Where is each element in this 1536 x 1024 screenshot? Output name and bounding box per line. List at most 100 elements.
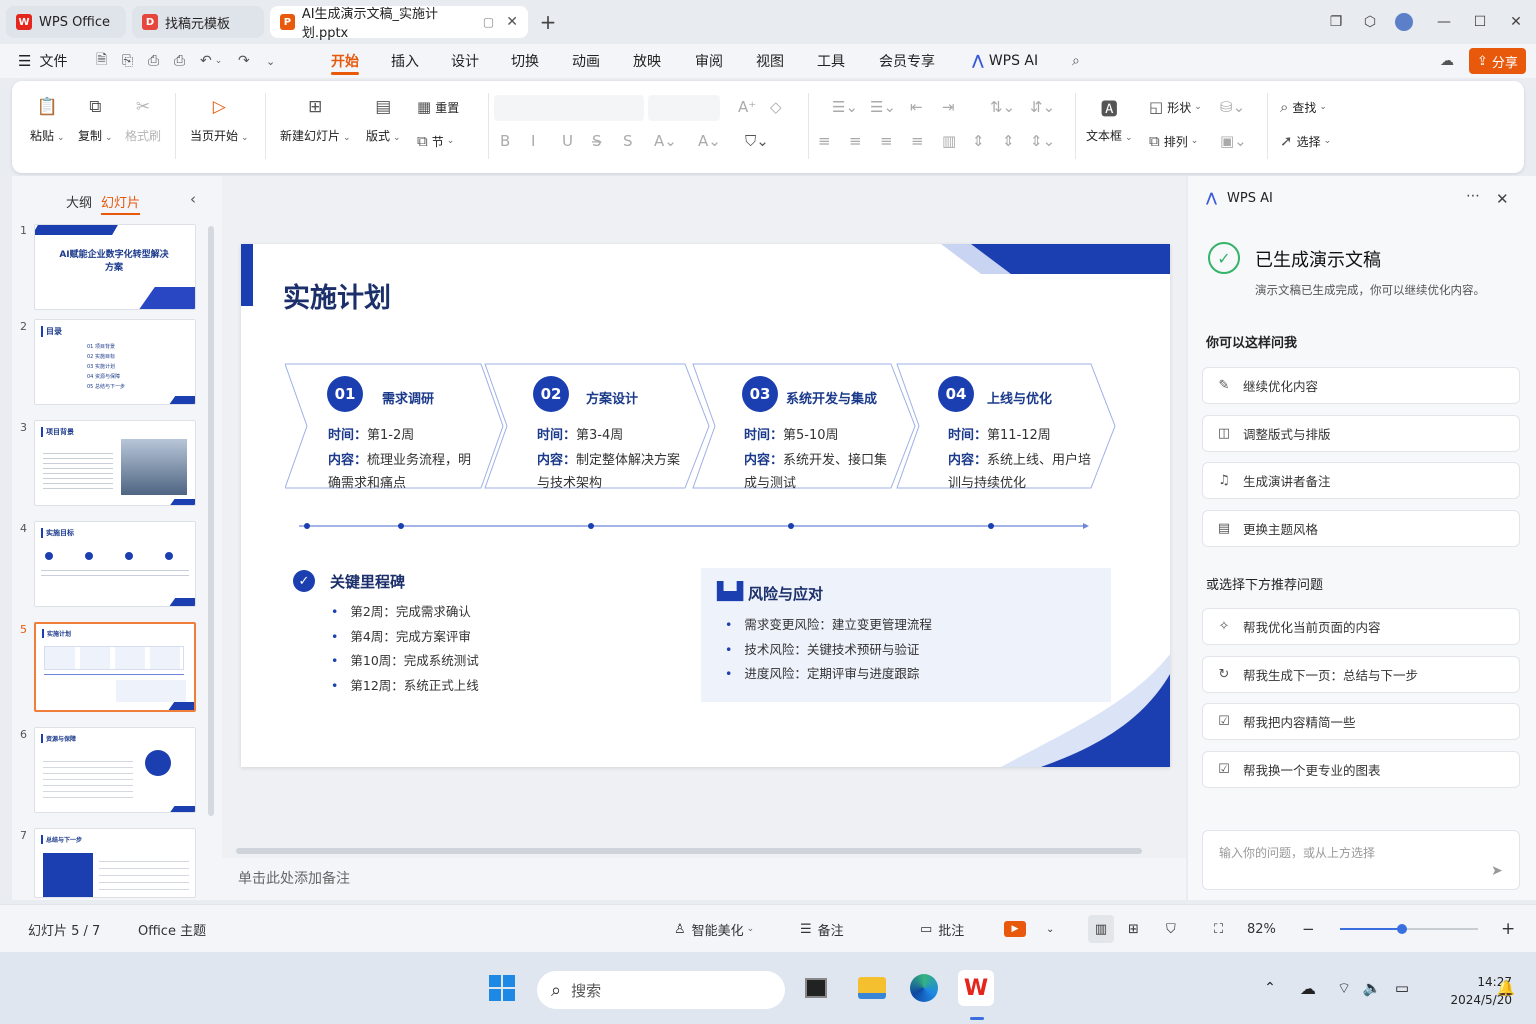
undo-icon[interactable]: ↶ ⌄ <box>200 44 222 78</box>
slide-thumbnail-5-selected[interactable]: 实施计划 <box>34 622 196 712</box>
slide-thumbnail-3[interactable]: 项目背景 <box>34 420 196 506</box>
notes-toggle-button[interactable]: ☰ 备注 <box>800 905 844 953</box>
edge-browser-icon[interactable] <box>906 970 942 1006</box>
tab-wps-office[interactable]: W WPS Office <box>6 6 126 38</box>
shadow-icon[interactable]: S <box>623 132 633 150</box>
text-direction-icon[interactable]: ⇅⌄ <box>990 98 1015 116</box>
slide-thumbnail-6[interactable]: 资源与保障 <box>34 727 196 813</box>
close-panel-icon[interactable]: ✕ <box>1496 190 1509 208</box>
italic-icon[interactable]: I <box>531 132 535 150</box>
section-button[interactable]: ⧉ 节 ⌄ <box>417 132 454 150</box>
taskbar-search[interactable]: ⌕ 搜索 <box>537 971 785 1009</box>
smart-beautify-button[interactable]: ♙ 智能美化 ⌄ <box>674 905 754 953</box>
decrease-indent-icon[interactable]: ⇤ <box>910 98 923 116</box>
tab-home[interactable]: 开始 <box>331 44 359 78</box>
collapse-panel-icon[interactable]: ‹ <box>190 190 196 208</box>
align-right-icon[interactable]: ≡ <box>880 132 893 150</box>
zoom-level[interactable]: 82% <box>1247 905 1276 953</box>
ai-question-input[interactable]: 输入你的问题，或从上方选择 ➤ <box>1202 830 1520 890</box>
suggestion-adjust-layout[interactable]: ◫ 调整版式与排版 <box>1202 415 1520 452</box>
sorter-view-icon[interactable]: ⊞ <box>1128 905 1139 953</box>
play-slideshow-button[interactable]: ▶ <box>1004 905 1026 953</box>
comments-button[interactable]: ▭ 批注 <box>920 905 964 953</box>
file-menu[interactable]: ☰ 文件 <box>18 44 67 78</box>
pin-icon[interactable]: ▢ <box>483 15 494 29</box>
tab-slides[interactable]: 幻灯片 <box>101 192 141 215</box>
recommend-optimize-page[interactable]: ✧ 帮我优化当前页面的内容 <box>1202 608 1520 645</box>
suggestion-change-theme[interactable]: ▤ 更换主题风格 <box>1202 510 1520 547</box>
window-layout-icon[interactable]: ❐ <box>1324 10 1348 34</box>
close-window-icon[interactable]: ✕ <box>1504 10 1528 34</box>
slide-thumbnail-7[interactable]: 总结与下一步 <box>34 828 196 898</box>
recommend-next-page[interactable]: ↻ 帮我生成下一页：总结与下一步 <box>1202 656 1520 693</box>
tab-outline[interactable]: 大纲 <box>66 192 92 211</box>
minimize-icon[interactable]: — <box>1432 10 1456 34</box>
reading-view-icon[interactable]: ⛉ <box>1166 905 1176 953</box>
clear-format-icon[interactable]: ◇ <box>770 98 782 116</box>
align-center-icon[interactable]: ≡ <box>849 132 862 150</box>
align-left-icon[interactable]: ≡ <box>818 132 831 150</box>
font-color-icon[interactable]: A⌄ <box>698 132 721 150</box>
recommend-simplify[interactable]: ☑ 帮我把内容精简一些 <box>1202 703 1520 740</box>
arrange-button[interactable]: ⧉ 排列 ⌄ <box>1149 132 1198 150</box>
font-size-select[interactable] <box>648 95 720 121</box>
increase-font-icon[interactable]: A⁺ <box>738 98 756 116</box>
zoom-out-icon[interactable]: − <box>1302 905 1315 953</box>
format-painter-button[interactable]: ✂ 格式刷 <box>125 95 161 144</box>
cube-icon[interactable]: ⬡ <box>1358 10 1382 34</box>
wps-ai-menu[interactable]: ⋀ WPS AI <box>972 44 1038 78</box>
textbox-button[interactable]: 🅰 文本框 ⌄ <box>1086 95 1133 144</box>
more-dropdown-icon[interactable]: ⌄ <box>266 44 275 78</box>
tab-templates[interactable]: D 找稿元模板 <box>132 6 264 38</box>
highlight-icon[interactable]: ⛉⌄ <box>745 132 769 150</box>
share-link-icon[interactable]: ⎘ <box>122 44 133 78</box>
slide-thumbnail-4[interactable]: 实施目标 <box>34 521 196 607</box>
distribute-icon[interactable]: ▥ <box>942 132 956 150</box>
cloud-icon[interactable]: ☁ <box>1440 44 1454 78</box>
task-view-icon[interactable] <box>798 970 834 1006</box>
wps-taskbar-icon[interactable]: W <box>958 970 994 1006</box>
search-icon[interactable]: ⌕ <box>1072 44 1080 78</box>
tab-presentation[interactable]: P AI生成演示文稿_实施计划.pptx ▢ ✕ <box>270 6 528 41</box>
current-slide[interactable]: 实施计划 01 需求调研 时间：第1-2周 内容：梳理业务流程，明确需求和痛点 … <box>241 244 1170 767</box>
normal-view-icon[interactable]: ▥ <box>1088 915 1114 943</box>
save-icon[interactable]: 🗎 <box>96 44 107 78</box>
print-preview-icon[interactable]: ⎙ <box>174 44 185 78</box>
numbering-icon[interactable]: ☰⌄ <box>870 98 896 116</box>
tab-design[interactable]: 设计 <box>451 44 479 78</box>
tab-membership[interactable]: 会员专享 <box>879 44 935 78</box>
suggestion-speaker-notes[interactable]: ♫ 生成演讲者备注 <box>1202 462 1520 499</box>
tab-slideshow[interactable]: 放映 <box>633 44 661 78</box>
justify-icon[interactable]: ≡ <box>911 132 924 150</box>
tab-animations[interactable]: 动画 <box>572 44 600 78</box>
close-tab-icon[interactable]: ✕ <box>506 14 518 30</box>
increase-indent-icon[interactable]: ⇥ <box>942 98 955 116</box>
strikethrough-icon[interactable]: S̶ <box>592 132 602 150</box>
layout-button[interactable]: ▤ 版式 ⌄ <box>366 95 401 144</box>
shape-button[interactable]: ◱ 形状 ⌄ <box>1149 98 1202 116</box>
file-explorer-icon[interactable] <box>854 970 890 1006</box>
reset-button[interactable]: ▦ 重置 <box>417 98 459 116</box>
copy-button[interactable]: ⧉ 复制 ⌄ <box>78 95 113 144</box>
notifications-icon[interactable]: 🔔 <box>1488 970 1524 1006</box>
suggestion-continue-optimize[interactable]: ✎ 继续优化内容 <box>1202 367 1520 404</box>
theme-name[interactable]: Office 主题 <box>138 905 206 953</box>
fill-icon[interactable]: ⛁⌄ <box>1220 98 1245 116</box>
paste-button[interactable]: 📋 粘贴 ⌄ <box>30 95 65 144</box>
notes-area[interactable]: 单击此处添加备注 <box>222 858 1186 900</box>
more-options-icon[interactable]: ⋯ <box>1466 188 1480 204</box>
zoom-in-icon[interactable]: + <box>1501 905 1515 953</box>
tab-tools[interactable]: 工具 <box>817 44 845 78</box>
new-slide-button[interactable]: ⊞ 新建幻灯片 ⌄ <box>280 95 351 144</box>
maximize-icon[interactable]: ☐ <box>1468 10 1492 34</box>
find-button[interactable]: ⌕ 查找 ⌄ <box>1280 98 1327 116</box>
line-spacing-icon[interactable]: ⇕ <box>1002 132 1015 150</box>
tab-review[interactable]: 审阅 <box>695 44 723 78</box>
zoom-slider-thumb[interactable] <box>1397 924 1408 934</box>
slide-thumbnail-1[interactable]: AI赋能企业数字化转型解决方案 <box>34 224 196 310</box>
send-icon[interactable]: ➤ <box>1491 863 1503 879</box>
tab-insert[interactable]: 插入 <box>391 44 419 78</box>
battery-icon[interactable]: ▭ <box>1384 970 1420 1006</box>
show-hidden-icons[interactable]: ⌃ <box>1252 970 1288 1006</box>
underline-icon[interactable]: U <box>562 132 573 150</box>
